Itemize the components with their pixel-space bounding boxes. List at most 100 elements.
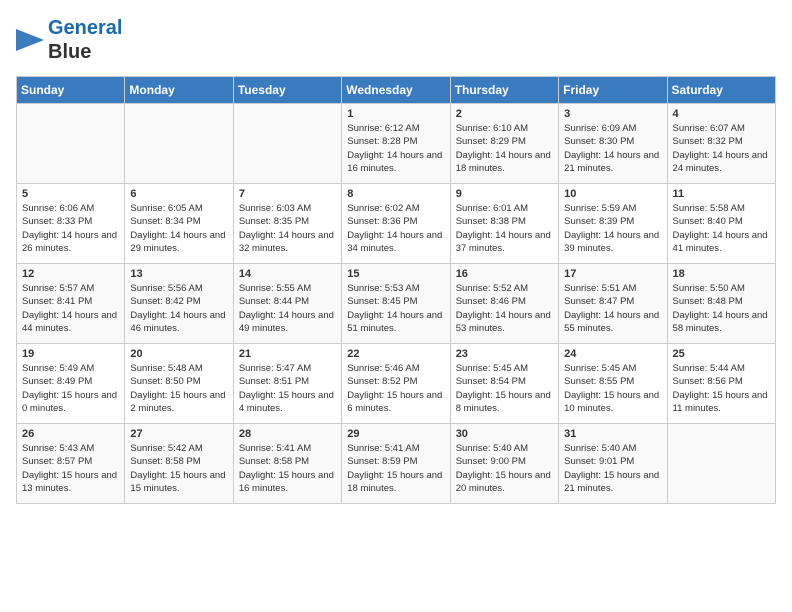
day-info: Sunrise: 6:06 AM Sunset: 8:33 PM Dayligh… [22, 202, 119, 255]
calendar-cell: 25 Sunrise: 5:44 AM Sunset: 8:56 PM Dayli… [667, 344, 775, 424]
day-info: Sunrise: 5:41 AM Sunset: 8:59 PM Dayligh… [347, 442, 444, 495]
calendar-header-cell: Monday [125, 77, 233, 104]
calendar-header-cell: Saturday [667, 77, 775, 104]
day-number: 13 [130, 268, 227, 280]
calendar-cell: 19 Sunrise: 5:49 AM Sunset: 8:49 PM Dayli… [17, 344, 125, 424]
calendar-cell: 18 Sunrise: 5:50 AM Sunset: 8:48 PM Dayli… [667, 264, 775, 344]
calendar-cell: 6 Sunrise: 6:05 AM Sunset: 8:34 PM Daylig… [125, 184, 233, 264]
day-info: Sunrise: 5:56 AM Sunset: 8:42 PM Dayligh… [130, 282, 227, 335]
calendar-cell: 1 Sunrise: 6:12 AM Sunset: 8:28 PM Daylig… [342, 104, 450, 184]
day-number: 20 [130, 348, 227, 360]
calendar-week-row: 5 Sunrise: 6:06 AM Sunset: 8:33 PM Daylig… [17, 184, 776, 264]
calendar-cell: 2 Sunrise: 6:10 AM Sunset: 8:29 PM Daylig… [450, 104, 558, 184]
day-number: 3 [564, 108, 661, 120]
day-number: 21 [239, 348, 336, 360]
calendar-cell [125, 104, 233, 184]
day-info: Sunrise: 5:42 AM Sunset: 8:58 PM Dayligh… [130, 442, 227, 495]
calendar-cell: 28Sunrise: 5:41 AM Sunset: 8:58 PM Dayli… [233, 424, 341, 504]
day-number: 25 [673, 348, 770, 360]
day-number: 5 [22, 188, 119, 200]
calendar-cell: 20 Sunrise: 5:48 AM Sunset: 8:50 PM Dayli… [125, 344, 233, 424]
calendar-header-cell: Wednesday [342, 77, 450, 104]
day-number: 2 [456, 108, 553, 120]
logo-blue: Blue [48, 40, 122, 64]
day-info: Sunrise: 6:05 AM Sunset: 8:34 PM Dayligh… [130, 202, 227, 255]
day-number: 10 [564, 188, 661, 200]
calendar-week-row: 26 Sunrise: 5:43 AM Sunset: 8:57 PM Dayli… [17, 424, 776, 504]
day-number: 27 [130, 428, 227, 440]
calendar-cell [17, 104, 125, 184]
day-info: Sunrise: 5:46 AM Sunset: 8:52 PM Dayligh… [347, 362, 444, 415]
day-info: Sunrise: 5:45 AM Sunset: 8:55 PM Dayligh… [564, 362, 661, 415]
day-info: Sunrise: 5:41 AM Sunset: 8:58 PM Dayligh… [239, 442, 336, 495]
day-info: Sunrise: 6:09 AM Sunset: 8:30 PM Dayligh… [564, 122, 661, 175]
day-info: Sunrise: 5:50 AM Sunset: 8:48 PM Dayligh… [673, 282, 770, 335]
calendar-cell: 26 Sunrise: 5:43 AM Sunset: 8:57 PM Dayli… [17, 424, 125, 504]
calendar-cell: 5 Sunrise: 6:06 AM Sunset: 8:33 PM Daylig… [17, 184, 125, 264]
calendar-cell: 3 Sunrise: 6:09 AM Sunset: 8:30 PM Daylig… [559, 104, 667, 184]
calendar-cell: 15 Sunrise: 5:53 AM Sunset: 8:45 PM Dayli… [342, 264, 450, 344]
day-info: Sunrise: 6:10 AM Sunset: 8:29 PM Dayligh… [456, 122, 553, 175]
day-number: 31 [564, 428, 661, 440]
calendar-header-cell: Sunday [17, 77, 125, 104]
day-number: 6 [130, 188, 227, 200]
day-number: 29 [347, 428, 444, 440]
day-number: 23 [456, 348, 553, 360]
day-info: Sunrise: 5:44 AM Sunset: 8:56 PM Dayligh… [673, 362, 770, 415]
calendar-cell: 13 Sunrise: 5:56 AM Sunset: 8:42 PM Dayli… [125, 264, 233, 344]
day-info: Sunrise: 5:49 AM Sunset: 8:49 PM Dayligh… [22, 362, 119, 415]
calendar-week-row: 1 Sunrise: 6:12 AM Sunset: 8:28 PM Daylig… [17, 104, 776, 184]
day-number: 30 [456, 428, 553, 440]
day-info: Sunrise: 5:47 AM Sunset: 8:51 PM Dayligh… [239, 362, 336, 415]
day-number: 4 [673, 108, 770, 120]
calendar-cell: 30Sunrise: 5:40 AM Sunset: 9:00 PM Dayli… [450, 424, 558, 504]
logo-triangle-icon [16, 19, 44, 61]
calendar-cell: 4 Sunrise: 6:07 AM Sunset: 8:32 PM Daylig… [667, 104, 775, 184]
day-number: 7 [239, 188, 336, 200]
day-info: Sunrise: 6:02 AM Sunset: 8:36 PM Dayligh… [347, 202, 444, 255]
calendar-cell: 29 Sunrise: 5:41 AM Sunset: 8:59 PM Dayli… [342, 424, 450, 504]
calendar-cell: 12 Sunrise: 5:57 AM Sunset: 8:41 PM Dayli… [17, 264, 125, 344]
day-info: Sunrise: 5:43 AM Sunset: 8:57 PM Dayligh… [22, 442, 119, 495]
calendar-week-row: 19 Sunrise: 5:49 AM Sunset: 8:49 PM Dayli… [17, 344, 776, 424]
day-number: 8 [347, 188, 444, 200]
calendar-cell: 16 Sunrise: 5:52 AM Sunset: 8:46 PM Dayli… [450, 264, 558, 344]
day-info: Sunrise: 5:57 AM Sunset: 8:41 PM Dayligh… [22, 282, 119, 335]
page-header: GeneralBlue [16, 16, 776, 64]
calendar-cell: 17Sunrise: 5:51 AM Sunset: 8:47 PM Dayli… [559, 264, 667, 344]
day-info: Sunrise: 5:52 AM Sunset: 8:46 PM Dayligh… [456, 282, 553, 335]
calendar-header-cell: Thursday [450, 77, 558, 104]
calendar-header-cell: Tuesday [233, 77, 341, 104]
day-number: 19 [22, 348, 119, 360]
day-number: 12 [22, 268, 119, 280]
calendar-header-cell: Friday [559, 77, 667, 104]
day-number: 18 [673, 268, 770, 280]
day-number: 1 [347, 108, 444, 120]
day-info: Sunrise: 5:59 AM Sunset: 8:39 PM Dayligh… [564, 202, 661, 255]
logo-general: General [48, 16, 122, 40]
calendar-cell: 7Sunrise: 6:03 AM Sunset: 8:35 PM Daylig… [233, 184, 341, 264]
day-info: Sunrise: 5:45 AM Sunset: 8:54 PM Dayligh… [456, 362, 553, 415]
calendar-cell: 23 Sunrise: 5:45 AM Sunset: 8:54 PM Dayli… [450, 344, 558, 424]
calendar-cell: 31 Sunrise: 5:40 AM Sunset: 9:01 PM Dayli… [559, 424, 667, 504]
day-info: Sunrise: 5:53 AM Sunset: 8:45 PM Dayligh… [347, 282, 444, 335]
day-info: Sunrise: 6:07 AM Sunset: 8:32 PM Dayligh… [673, 122, 770, 175]
calendar-cell: 24 Sunrise: 5:45 AM Sunset: 8:55 PM Dayli… [559, 344, 667, 424]
day-number: 15 [347, 268, 444, 280]
calendar-cell: 11Sunrise: 5:58 AM Sunset: 8:40 PM Dayli… [667, 184, 775, 264]
day-number: 9 [456, 188, 553, 200]
day-info: Sunrise: 6:12 AM Sunset: 8:28 PM Dayligh… [347, 122, 444, 175]
day-number: 11 [673, 188, 770, 200]
day-number: 16 [456, 268, 553, 280]
calendar-header-row: SundayMondayTuesdayWednesdayThursdayFrid… [17, 77, 776, 104]
calendar-cell: 8 Sunrise: 6:02 AM Sunset: 8:36 PM Daylig… [342, 184, 450, 264]
day-number: 24 [564, 348, 661, 360]
day-info: Sunrise: 5:40 AM Sunset: 9:01 PM Dayligh… [564, 442, 661, 495]
day-number: 17 [564, 268, 661, 280]
day-number: 26 [22, 428, 119, 440]
calendar-cell: 14Sunrise: 5:55 AM Sunset: 8:44 PM Dayli… [233, 264, 341, 344]
calendar-body: 1 Sunrise: 6:12 AM Sunset: 8:28 PM Daylig… [17, 104, 776, 504]
day-number: 22 [347, 348, 444, 360]
day-info: Sunrise: 5:48 AM Sunset: 8:50 PM Dayligh… [130, 362, 227, 415]
calendar-cell: 21 Sunrise: 5:47 AM Sunset: 8:51 PM Dayli… [233, 344, 341, 424]
